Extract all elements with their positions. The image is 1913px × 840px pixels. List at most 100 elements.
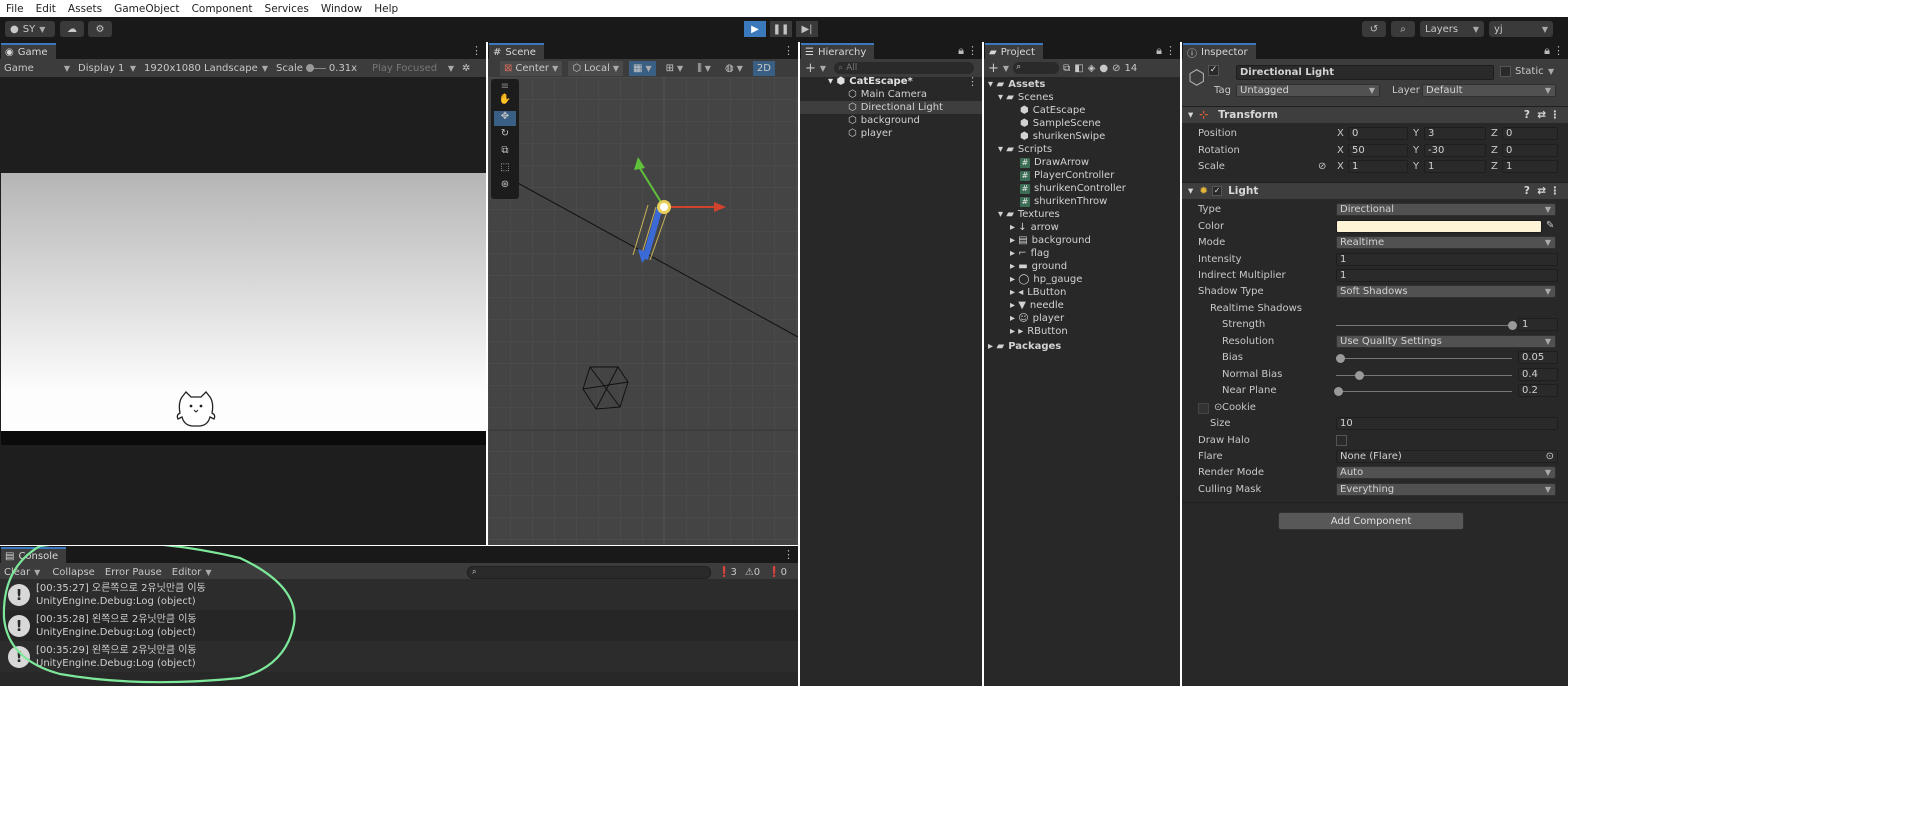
tab-project[interactable]: ▰ Project xyxy=(985,43,1043,59)
scenes-folder[interactable]: ▾ ▰ Scenes xyxy=(998,91,1054,104)
warn-count-toggle[interactable]: ⚠0 xyxy=(745,567,760,578)
more-icon[interactable]: ⋮ xyxy=(783,44,794,57)
layer-dropdown[interactable]: Default ▼ xyxy=(1422,84,1556,97)
more-icon[interactable]: ⋮ xyxy=(471,44,482,57)
move-tool-icon[interactable]: ✥ xyxy=(494,111,516,126)
scale-y-field[interactable]: 1 xyxy=(1424,160,1486,173)
flare-field[interactable]: None (Flare) ⊙ xyxy=(1336,450,1558,463)
indirect-multiplier-field[interactable]: 1 xyxy=(1336,269,1558,282)
snap-increment-button[interactable]: ⊞ ▼ xyxy=(662,63,688,74)
scale-slider[interactable] xyxy=(305,63,326,72)
display-mode-dropdown[interactable]: Game ▼ xyxy=(0,63,74,74)
rotation-x-field[interactable]: 50 xyxy=(1348,144,1408,157)
render-mode-dropdown[interactable]: Auto ▼ xyxy=(1336,466,1556,479)
hierarchy-item-selected[interactable]: ⬡ Directional Light xyxy=(800,101,982,114)
position-z-field[interactable]: 0 xyxy=(1502,127,1558,140)
mode-2d-button[interactable]: 2D xyxy=(752,60,775,76)
asset-item[interactable]: # shurikenThrow xyxy=(1020,195,1107,208)
color-swatch[interactable] xyxy=(1336,220,1542,233)
menu-edit[interactable]: Edit xyxy=(30,3,62,15)
chevron-down-icon[interactable]: ▼ xyxy=(1548,67,1554,76)
scale-x-field[interactable]: 1 xyxy=(1348,160,1408,173)
add-component-button[interactable]: Add Component xyxy=(1278,512,1464,530)
more-icon[interactable]: ⋮ xyxy=(967,75,978,88)
asset-item[interactable]: ▸ ◯ hp_gauge xyxy=(1010,273,1082,286)
search-button[interactable]: ⌕ xyxy=(1391,21,1415,37)
packages-folder[interactable]: ▸ ▰ Packages xyxy=(988,340,1061,353)
visibility-icon[interactable]: ⊘ xyxy=(1112,63,1120,74)
object-picker-icon[interactable]: ⊙ xyxy=(1546,451,1554,462)
chevron-down-icon[interactable]: ▼ xyxy=(820,64,826,73)
textures-folder[interactable]: ▾ ▰ Textures xyxy=(998,208,1060,221)
strength-field[interactable]: 1 xyxy=(1518,318,1558,331)
game-viewport[interactable] xyxy=(1,173,486,431)
rotation-z-field[interactable]: 0 xyxy=(1502,144,1558,157)
transform-tool-icon[interactable]: ⊛ xyxy=(501,179,509,194)
asset-item[interactable]: ▸ ☺ player xyxy=(1010,312,1064,325)
near-plane-field[interactable]: 0.2 xyxy=(1518,384,1558,397)
preset-icon[interactable]: ⇄ xyxy=(1537,185,1546,197)
asset-item[interactable]: ▸ ▸ RButton xyxy=(1010,325,1068,338)
position-x-field[interactable]: 0 xyxy=(1348,127,1408,140)
asset-item[interactable]: # DrawArrow xyxy=(1020,156,1089,169)
mode-dropdown[interactable]: Realtime ▼ xyxy=(1336,236,1556,249)
bias-knob[interactable] xyxy=(1336,354,1346,363)
play-focused-dropdown[interactable]: Play Focused ▼ xyxy=(368,63,458,74)
play-button[interactable]: ▶ xyxy=(744,21,766,37)
preset-icon[interactable]: ⇄ xyxy=(1537,109,1546,121)
pause-button[interactable]: ❚❚ xyxy=(770,21,792,37)
log-count-toggle[interactable]: ❗3 xyxy=(718,567,737,578)
asset-item[interactable]: ⬢ CatEscape xyxy=(1020,104,1085,117)
asset-item[interactable]: ▸ ▼ needle xyxy=(1010,299,1064,312)
tab-scene[interactable]: # Scene xyxy=(489,43,544,59)
rotate-tool-icon[interactable]: ↻ xyxy=(501,128,509,143)
shadow-type-dropdown[interactable]: Soft Shadows ▼ xyxy=(1336,285,1556,298)
menu-services[interactable]: Services xyxy=(259,3,315,15)
near-plane-slider[interactable] xyxy=(1333,387,1512,396)
more-icon[interactable]: ⋮ xyxy=(783,548,794,561)
position-y-field[interactable]: 3 xyxy=(1424,127,1486,140)
help-icon[interactable]: ? xyxy=(1524,185,1530,197)
asset-item[interactable]: ▸ ▬ ground xyxy=(1010,260,1067,273)
more-icon[interactable]: ⋮ xyxy=(967,44,978,57)
collab-button[interactable]: ⚙ xyxy=(88,21,112,37)
add-icon[interactable]: + xyxy=(805,61,816,76)
object-name-field[interactable]: Directional Light xyxy=(1236,65,1494,80)
draw-halo-checkbox[interactable] xyxy=(1336,435,1347,446)
cookie-checkbox[interactable] xyxy=(1198,403,1209,414)
eyedropper-icon[interactable]: ✎ xyxy=(1546,220,1554,231)
static-checkbox[interactable] xyxy=(1500,66,1511,77)
light-enabled-checkbox[interactable]: ✓ xyxy=(1212,186,1223,196)
asset-item[interactable]: ⬢ shurikenSwipe xyxy=(1020,130,1105,143)
scene-viewport[interactable] xyxy=(488,77,798,545)
scale-z-field[interactable]: 1 xyxy=(1502,160,1558,173)
more-icon[interactable]: ⋮ xyxy=(1553,44,1564,57)
active-checkbox[interactable]: ✓ xyxy=(1208,65,1219,76)
near-plane-knob[interactable] xyxy=(1333,387,1343,396)
more-icon[interactable]: ⋮ xyxy=(1550,185,1561,197)
link-icon[interactable]: ⊘ xyxy=(1318,161,1326,172)
tab-hierarchy[interactable]: ☰ Hierarchy xyxy=(801,43,875,59)
normal-bias-knob[interactable] xyxy=(1355,371,1365,380)
layout-dropdown[interactable]: yj ▼ xyxy=(1489,21,1553,37)
tab-inspector[interactable]: ⓘ Inspector xyxy=(1183,43,1256,60)
tag-dropdown[interactable]: Untagged ▼ xyxy=(1236,84,1380,97)
type-dropdown[interactable]: Directional ▼ xyxy=(1336,203,1556,216)
console-search-input[interactable]: ⌕ xyxy=(467,566,711,579)
draw-mode-button[interactable]: ◍ ▼ xyxy=(721,63,747,74)
scale-knob[interactable] xyxy=(305,63,314,72)
help-icon[interactable]: ? xyxy=(1524,109,1530,121)
strength-knob[interactable] xyxy=(1508,321,1517,330)
menu-component[interactable]: Component xyxy=(186,3,259,15)
menu-gameobject[interactable]: GameObject xyxy=(108,3,185,15)
asset-item[interactable]: # PlayerController xyxy=(1020,169,1114,182)
type-filter-icon[interactable]: ◧ xyxy=(1074,63,1083,74)
strength-slider[interactable] xyxy=(1336,321,1517,330)
display-dropdown[interactable]: Display 1 ▼ xyxy=(74,63,140,74)
hierarchy-search-input[interactable]: ⌕ All xyxy=(834,62,975,74)
stats-icon[interactable]: ✲ xyxy=(462,63,470,74)
hidden-packages-icon[interactable]: ● xyxy=(1099,63,1108,74)
grid-snap-button[interactable]: ▦ ▼ xyxy=(629,60,656,76)
asset-item[interactable]: ⬢ SampleScene xyxy=(1020,117,1101,130)
assets-folder[interactable]: ▾ ▰ Assets xyxy=(988,78,1045,91)
